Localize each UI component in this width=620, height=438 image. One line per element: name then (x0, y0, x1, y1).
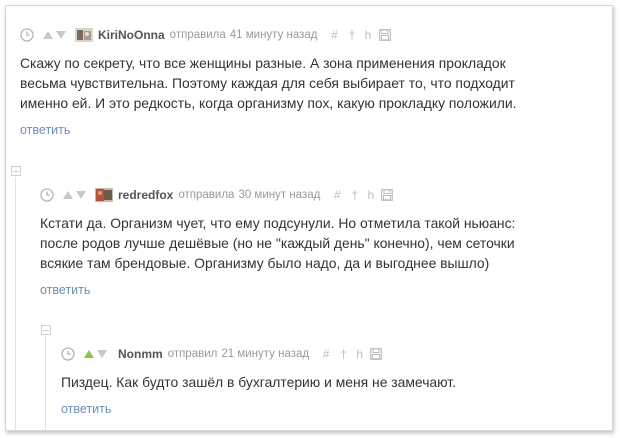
username[interactable]: KiriNoOnna (98, 28, 165, 42)
avatar[interactable] (75, 28, 93, 42)
hash-icon[interactable]: # (330, 28, 340, 42)
comment: KiriNoOnna отправила 41 минуту назад # †… (20, 26, 610, 139)
comment-header: KiriNoOnna отправила 41 минуту назад # †… (20, 26, 610, 44)
action-text: отправила (169, 29, 226, 41)
vote-up-icon[interactable] (42, 30, 54, 40)
branch-icon[interactable]: h (366, 188, 375, 202)
save-icon[interactable] (378, 29, 391, 41)
hash-icon[interactable]: # (332, 188, 342, 202)
save-icon[interactable] (370, 348, 383, 360)
username[interactable]: Nonmm (118, 347, 163, 361)
vote-down-icon[interactable] (75, 190, 87, 200)
reply-link[interactable]: ответить (61, 402, 111, 416)
clock-icon[interactable] (61, 347, 75, 361)
thread-line (45, 336, 46, 430)
clock-icon[interactable] (40, 188, 54, 202)
comment: Nonmm отправил 21 минуту назад # † h Пиз… (61, 345, 601, 418)
timestamp[interactable]: 30 минут назад (238, 189, 320, 201)
timestamp[interactable]: 21 минуту назад (221, 348, 309, 360)
vote-down-icon[interactable] (96, 349, 108, 359)
vote-up-icon[interactable] (62, 190, 74, 200)
collapse-icon[interactable] (41, 325, 51, 335)
avatar[interactable] (95, 188, 113, 202)
hash-icon[interactable]: # (321, 347, 331, 361)
comment-text: Кстати да. Организм чует, что ему подсун… (40, 215, 516, 271)
timestamp[interactable]: 41 минуту назад (230, 29, 318, 41)
thread-line (15, 177, 16, 430)
comment-header: redredfox отправила 30 минут назад # † h (40, 186, 605, 204)
branch-icon[interactable]: h (355, 347, 364, 361)
comment-thread: KiriNoOnna отправила 41 минуту назад # †… (5, 5, 613, 431)
comment-text: Пиздец. Как будто зашёл в бухгалтерию и … (61, 374, 456, 390)
vote-up-icon[interactable] (83, 349, 95, 359)
username[interactable]: redredfox (118, 188, 173, 202)
collapse-icon[interactable] (11, 166, 21, 176)
save-icon[interactable] (381, 189, 394, 201)
up-arrow-icon[interactable]: † (348, 28, 357, 42)
comment: redredfox отправила 30 минут назад # † h… (40, 186, 605, 299)
comment-text: Скажу по секрету, что все женщины разные… (20, 55, 517, 111)
branch-icon[interactable]: h (364, 28, 373, 42)
reply-link[interactable]: ответить (20, 123, 70, 137)
up-arrow-icon[interactable]: † (350, 188, 359, 202)
reply-link[interactable]: ответить (40, 283, 90, 297)
vote-down-icon[interactable] (55, 30, 67, 40)
comment-header: Nonmm отправил 21 минуту назад # † h (61, 345, 601, 363)
action-text: отправила (178, 189, 235, 201)
clock-icon[interactable] (20, 28, 34, 42)
up-arrow-icon[interactable]: † (339, 347, 348, 361)
action-text: отправил (167, 348, 218, 360)
